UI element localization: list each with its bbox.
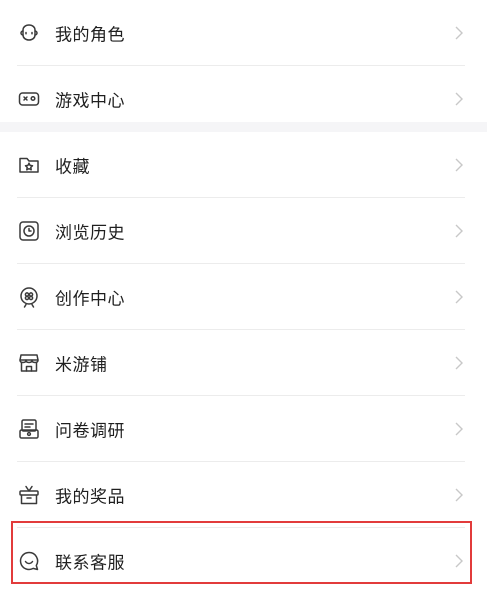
chevron-right-icon xyxy=(453,24,465,42)
chevron-right-icon xyxy=(453,354,465,372)
menu-item-favorites[interactable]: 收藏 xyxy=(0,132,487,198)
menu-item-label: 问卷调研 xyxy=(55,421,125,442)
creation-badge-icon xyxy=(17,285,41,309)
gift-icon xyxy=(17,483,41,507)
survey-icon xyxy=(17,417,41,441)
menu-item-label: 收藏 xyxy=(55,157,90,178)
gamepad-icon xyxy=(17,87,41,111)
menu-item-survey[interactable]: 问卷调研 xyxy=(0,396,487,462)
menu-item-label: 游戏中心 xyxy=(55,91,125,112)
menu-item-label: 我的角色 xyxy=(55,25,125,46)
menu-item-label: 浏览历史 xyxy=(55,223,125,244)
menu-item-browse-history[interactable]: 浏览历史 xyxy=(0,198,487,264)
character-face-icon xyxy=(17,21,41,45)
folder-star-icon xyxy=(17,153,41,177)
menu-item-label: 米游铺 xyxy=(55,355,108,376)
chevron-right-icon xyxy=(453,222,465,240)
menu-item-my-characters[interactable]: 我的角色 xyxy=(0,0,487,66)
chat-bubble-icon xyxy=(17,549,41,573)
menu-item-my-prizes[interactable]: 我的奖品 xyxy=(0,462,487,528)
clock-icon xyxy=(17,219,41,243)
menu-item-label: 我的奖品 xyxy=(55,487,125,508)
menu-item-mihoyo-shop[interactable]: 米游铺 xyxy=(0,330,487,396)
menu-group-1: 我的角色 游戏中心 xyxy=(0,0,487,132)
menu-item-label: 联系客服 xyxy=(55,553,125,574)
shop-icon xyxy=(17,351,41,375)
chevron-right-icon xyxy=(453,156,465,174)
chevron-right-icon xyxy=(453,420,465,438)
chevron-right-icon xyxy=(453,486,465,504)
menu-group-2: 收藏 浏览历史 创作中心 米游铺 问卷调研 我的奖品 联系客服 xyxy=(0,132,487,594)
chevron-right-icon xyxy=(453,90,465,108)
chevron-right-icon xyxy=(453,288,465,306)
menu-item-label: 创作中心 xyxy=(55,289,125,310)
chevron-right-icon xyxy=(453,552,465,570)
section-separator xyxy=(0,122,487,132)
menu-item-creator-center[interactable]: 创作中心 xyxy=(0,264,487,330)
menu-item-contact-support[interactable]: 联系客服 xyxy=(0,528,487,594)
